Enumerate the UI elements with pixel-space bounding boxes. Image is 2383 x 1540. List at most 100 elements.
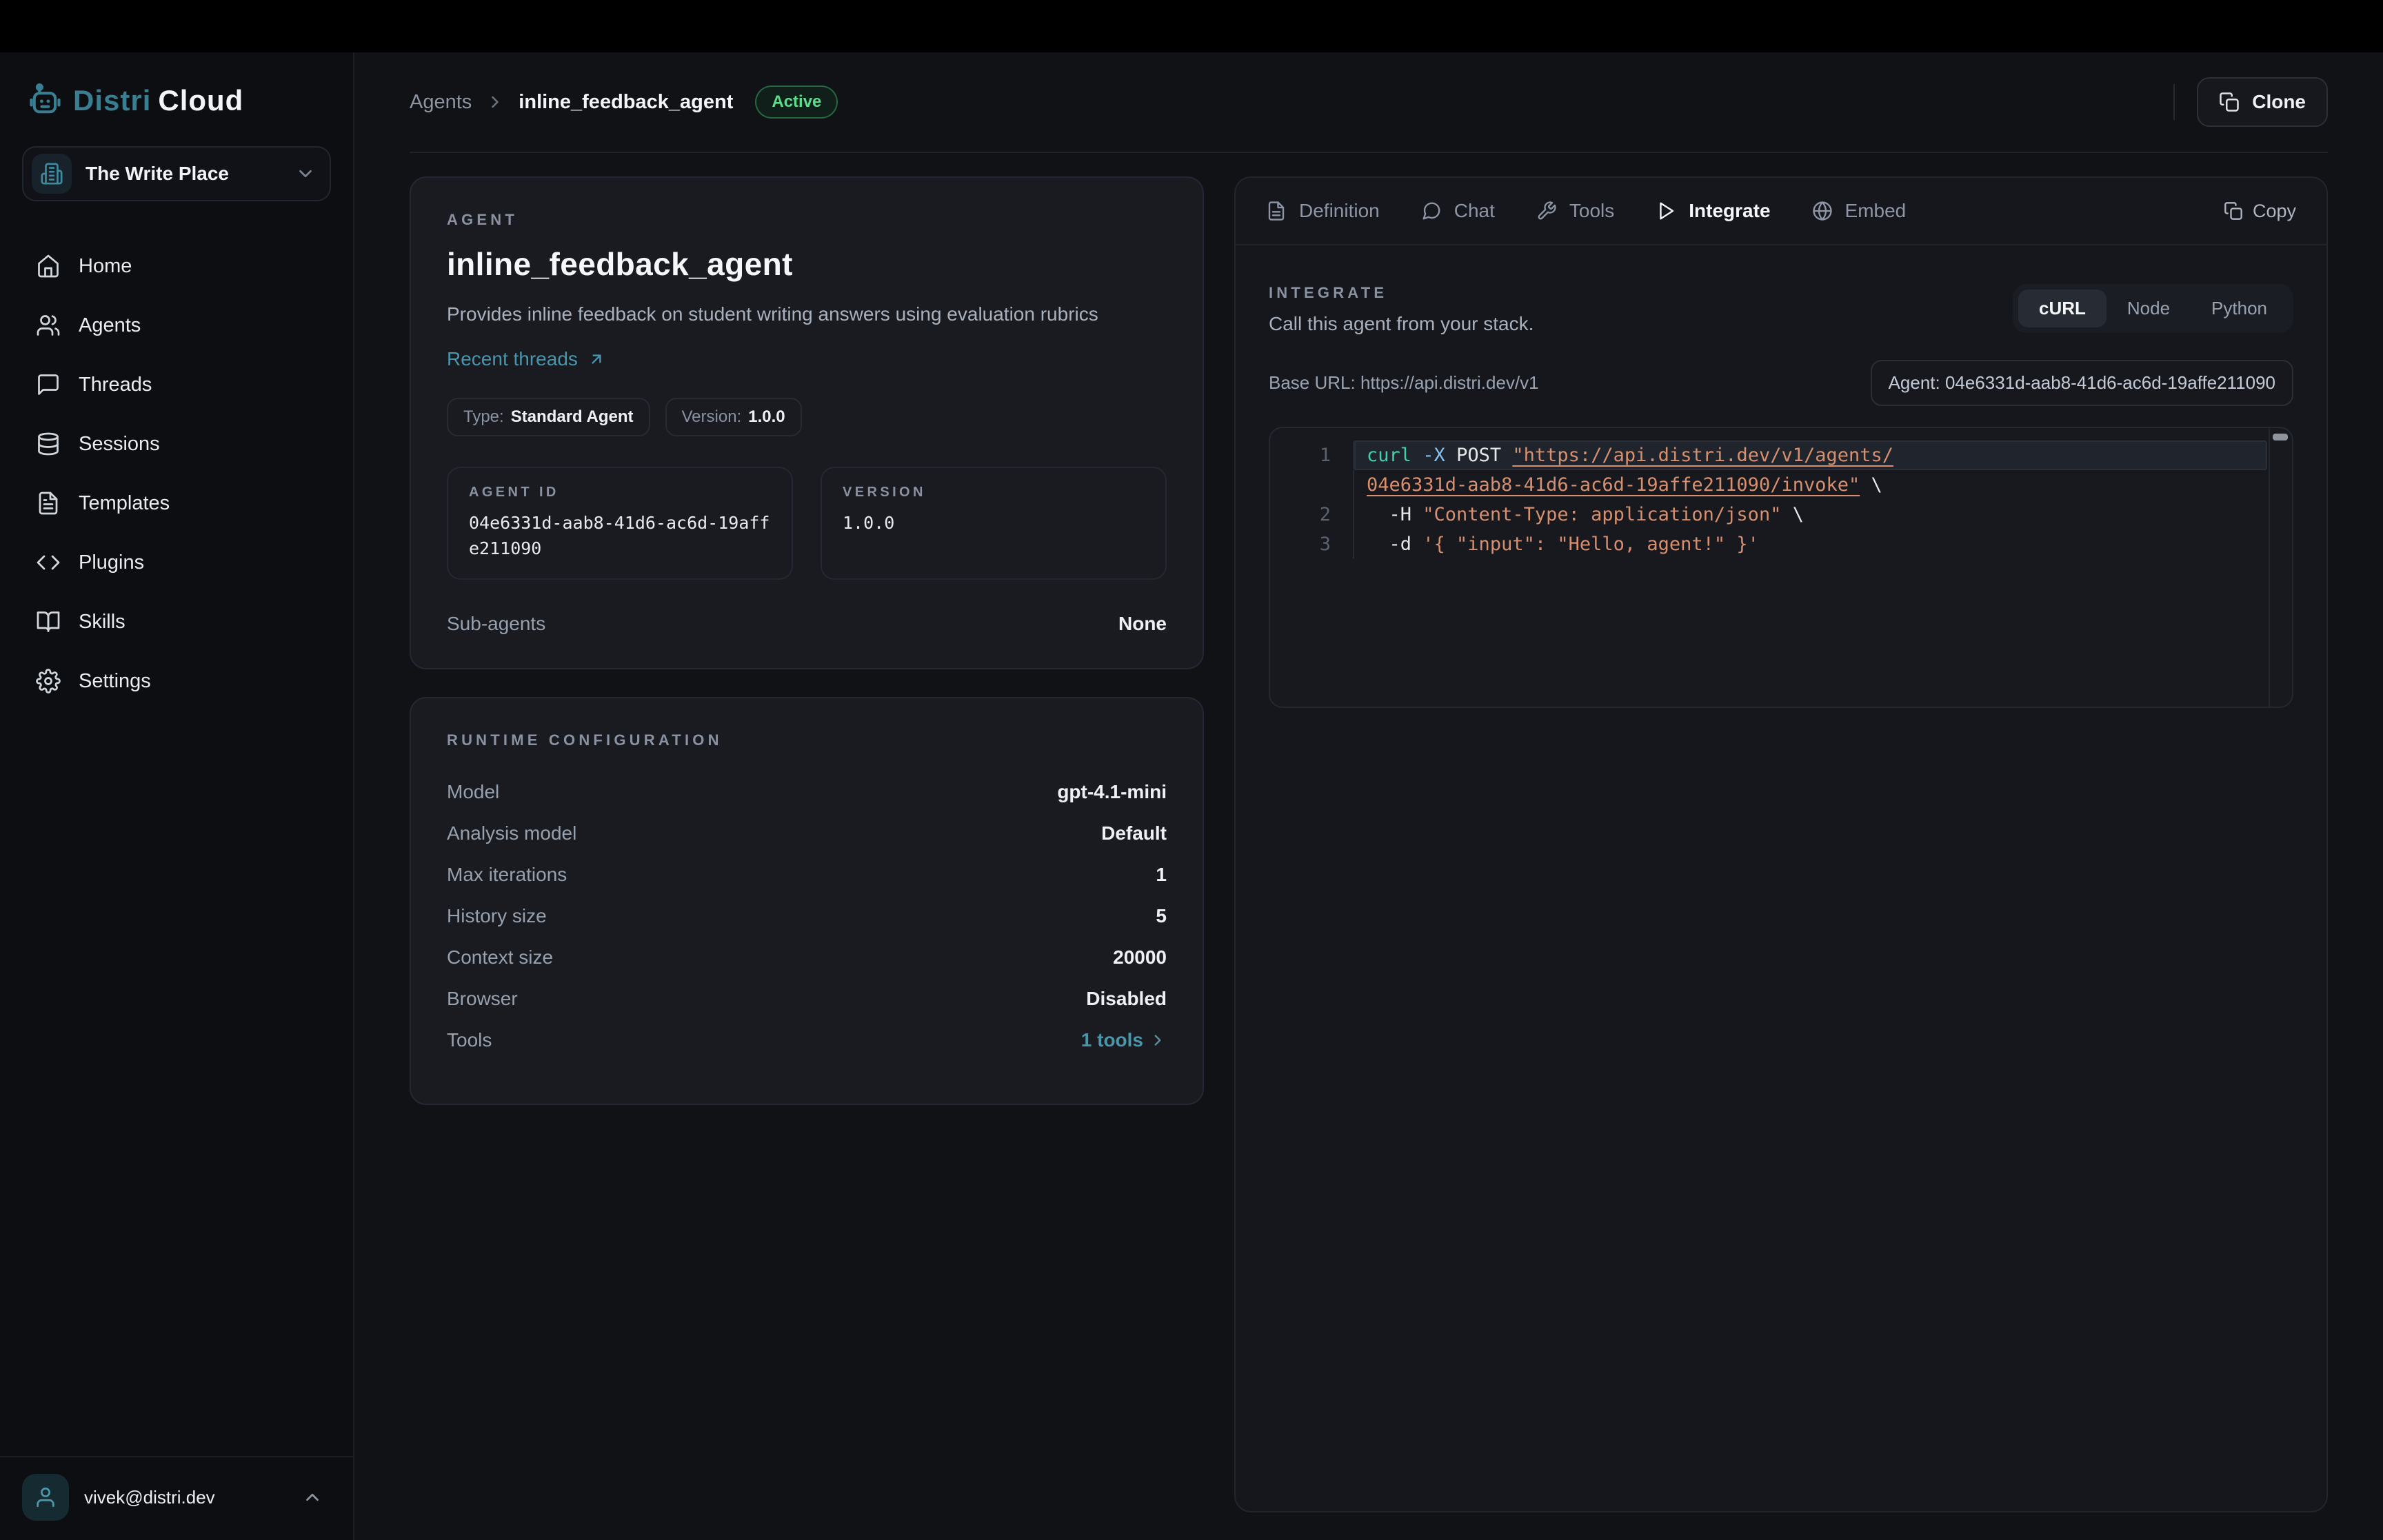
runtime-row-value: Disabled: [1086, 988, 1167, 1010]
sidebar-item-home[interactable]: Home: [22, 243, 331, 290]
chevron-up-icon: [302, 1487, 331, 1508]
status-badge: Active: [755, 85, 838, 119]
code-icon: [36, 550, 61, 575]
sidebar-item-threads[interactable]: Threads: [22, 361, 331, 408]
type-pill-value: Standard Agent: [511, 407, 634, 427]
sidebar-item-skills[interactable]: Skills: [22, 598, 331, 645]
chevron-right-icon: [1149, 1031, 1167, 1049]
sidebar-item-agents[interactable]: Agents: [22, 302, 331, 349]
language-curl[interactable]: cURL: [2018, 290, 2107, 327]
page-header: Agents inline_feedback_agent Active Clon…: [410, 52, 2328, 153]
code-token-method: POST: [1456, 445, 1501, 466]
agent-badges: Type: Standard Agent Version: 1.0.0: [447, 398, 1167, 436]
runtime-row-value: gpt-4.1-mini: [1057, 781, 1167, 803]
code-token-continuation: \: [1781, 504, 1804, 525]
sidebar-item-label: Plugins: [79, 551, 144, 574]
brand-logo: DistriCloud: [22, 77, 331, 119]
line-number: [1270, 470, 1353, 500]
runtime-rows: Model gpt-4.1-mini Analysis model Defaul…: [447, 771, 1167, 1061]
type-pill-label: Type:: [463, 407, 504, 427]
runtime-row-label: Analysis model: [447, 822, 576, 844]
version-box-value: 1.0.0: [843, 510, 1145, 536]
copy-icon: [2224, 201, 2243, 221]
sidebar-item-label: Agents: [79, 314, 141, 337]
brand-cloud: Cloud: [158, 84, 243, 116]
code-token-string: "Content-Type: application/json": [1422, 504, 1781, 525]
runtime-row-label: History size: [447, 905, 547, 927]
workspace-selector[interactable]: The Write Place: [22, 146, 331, 201]
version-pill-value: 1.0.0: [748, 407, 785, 427]
tab-tools[interactable]: Tools: [1536, 200, 1614, 222]
gear-icon: [36, 669, 61, 693]
tab-chat[interactable]: Chat: [1421, 200, 1495, 222]
agent-detail-panel: Definition Chat Tools Integrate: [1234, 176, 2328, 1512]
building-icon: [32, 154, 72, 194]
tools-link[interactable]: 1 tools: [1081, 1029, 1167, 1051]
globe-icon: [1812, 201, 1833, 221]
chevron-down-icon: [295, 163, 316, 184]
code-token-flag: -d: [1367, 534, 1422, 555]
book-open-icon: [36, 609, 61, 634]
agent-description: Provides inline feedback on student writ…: [447, 301, 1167, 329]
brand-name: DistriCloud: [73, 84, 243, 117]
endpoint-row: Base URL: https://api.distri.dev/v1 Agen…: [1269, 360, 2293, 406]
user-menu[interactable]: vivek@distri.dev: [22, 1474, 331, 1521]
sub-agents-label: Sub-agents: [447, 613, 545, 635]
chevron-right-icon: [485, 92, 505, 112]
code-text: -H "Content-Type: application/json" \: [1353, 500, 2267, 529]
clone-button-label: Clone: [2252, 91, 2306, 113]
sidebar-item-label: Templates: [79, 492, 170, 515]
runtime-row-history-size: History size 5: [447, 895, 1167, 937]
tab-label: Chat: [1454, 200, 1495, 222]
code-scrollbar-thumb[interactable]: [2273, 434, 2288, 440]
code-line-wrap: 04e6331d-aab8-41d6-ac6d-19affe211090/inv…: [1270, 470, 2292, 500]
language-node[interactable]: Node: [2107, 290, 2191, 327]
runtime-row-model: Model gpt-4.1-mini: [447, 771, 1167, 813]
sidebar-item-settings[interactable]: Settings: [22, 658, 331, 705]
message-circle-icon: [1421, 201, 1442, 221]
code-scrollbar-track: [2269, 428, 2270, 707]
tab-label: Definition: [1299, 200, 1380, 222]
top-black-bar: [0, 0, 2383, 52]
language-python[interactable]: Python: [2191, 290, 2288, 327]
sidebar-item-templates[interactable]: Templates: [22, 480, 331, 527]
sub-agents-row: Sub-agents None: [447, 613, 1167, 635]
header-divider: [2173, 84, 2175, 120]
version-pill: Version: 1.0.0: [665, 398, 802, 436]
runtime-row-analysis-model: Analysis model Default: [447, 813, 1167, 854]
code-text: -d '{ "input": "Hello, agent!" }': [1353, 529, 2267, 559]
sidebar-item-sessions[interactable]: Sessions: [22, 421, 331, 467]
tab-definition[interactable]: Definition: [1266, 200, 1380, 222]
sidebar-item-label: Skills: [79, 611, 125, 634]
runtime-row-label: Model: [447, 781, 499, 803]
panel-tabs: Definition Chat Tools Integrate: [1236, 178, 2326, 245]
clone-button[interactable]: Clone: [2197, 77, 2328, 127]
page-content: AGENT inline_feedback_agent Provides inl…: [354, 153, 2383, 1540]
tab-embed[interactable]: Embed: [1812, 200, 1907, 222]
copy-icon: [2219, 92, 2240, 112]
file-text-icon: [1266, 201, 1287, 221]
code-text: 04e6331d-aab8-41d6-ac6d-19affe211090/inv…: [1353, 470, 2267, 500]
tab-integrate[interactable]: Integrate: [1656, 200, 1770, 222]
sidebar-item-plugins[interactable]: Plugins: [22, 539, 331, 586]
sidebar-nav: Home Agents Threads Sessions Templates: [22, 243, 331, 705]
code-line: 1 curl -X POST "https://api.distri.dev/v…: [1270, 440, 2292, 470]
version-box: VERSION 1.0.0: [821, 467, 1167, 580]
sidebar-footer: vivek@distri.dev: [0, 1456, 353, 1540]
code-token-flag: -X: [1411, 445, 1456, 466]
workspace-name: The Write Place: [86, 163, 281, 185]
runtime-row-browser: Browser Disabled: [447, 978, 1167, 1020]
breadcrumb-agents-link[interactable]: Agents: [410, 91, 472, 114]
code-token-flag: -H: [1367, 504, 1422, 525]
language-switcher: cURL Node Python: [2013, 284, 2293, 333]
recent-threads-link[interactable]: Recent threads: [447, 348, 605, 370]
tab-label: Embed: [1845, 200, 1907, 222]
agent-id-chip[interactable]: Agent: 04e6331d-aab8-41d6-ac6d-19affe211…: [1871, 360, 2293, 406]
runtime-row-label: Context size: [447, 946, 553, 969]
code-line: 3 -d '{ "input": "Hello, agent!" }': [1270, 529, 2292, 559]
brand-distri: Distri: [73, 84, 151, 116]
copy-button[interactable]: Copy: [2224, 201, 2296, 222]
code-token-url: "https://api.distri.dev/v1/agents/: [1512, 445, 1893, 466]
runtime-row-label: Tools: [447, 1029, 492, 1051]
code-token-continuation: \: [1860, 474, 1882, 496]
